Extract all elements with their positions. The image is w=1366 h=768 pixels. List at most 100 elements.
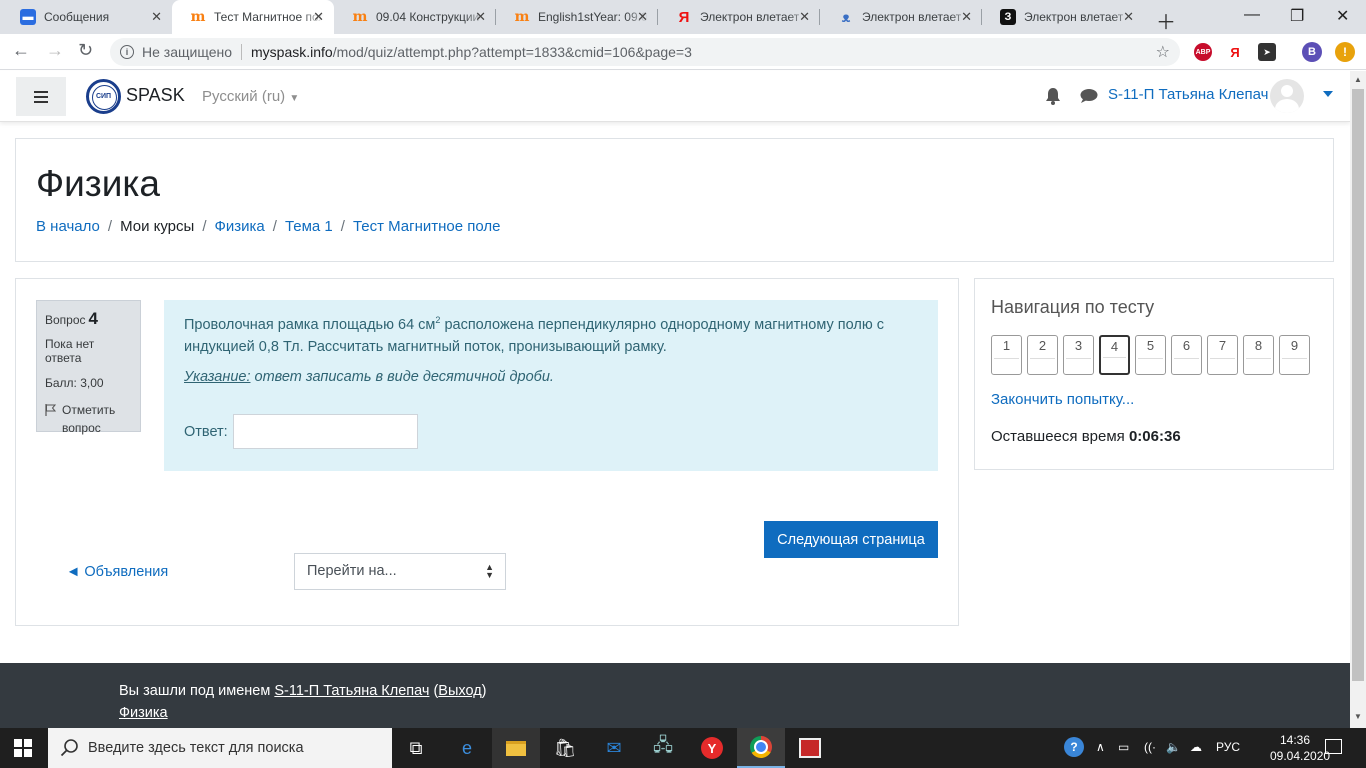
file-explorer-icon[interactable]: [492, 728, 540, 768]
window-close-icon[interactable]: ✕: [1336, 6, 1349, 26]
address-bar[interactable]: i Не защищено myspask.info/mod/quiz/atte…: [110, 38, 1180, 66]
battery-icon[interactable]: ▭: [1118, 740, 1129, 754]
user-avatar[interactable]: [1270, 79, 1304, 113]
breadcrumb-home[interactable]: В начало: [36, 218, 100, 235]
extension-icon[interactable]: ➤: [1258, 43, 1276, 61]
close-tab-icon[interactable]: ✕: [961, 9, 972, 25]
finish-attempt-link[interactable]: Закончить попытку...: [991, 391, 1134, 408]
moodle-icon: m: [352, 9, 368, 25]
question-button-8[interactable]: 8: [1243, 335, 1274, 375]
question-button-3[interactable]: 3: [1063, 335, 1094, 375]
breadcrumb-course[interactable]: Физика: [214, 218, 264, 235]
adblock-extension-icon[interactable]: ABP: [1194, 43, 1212, 61]
input-language[interactable]: РУС: [1216, 740, 1240, 754]
question-label: Вопрос: [45, 313, 86, 327]
logo-text: СИП: [95, 93, 112, 100]
minimize-icon[interactable]: —: [1244, 6, 1260, 24]
breadcrumb-quiz[interactable]: Тест Магнитное поле: [353, 218, 501, 235]
timer-label: Оставшееся время: [991, 428, 1129, 445]
browser-tab[interactable]: Я Электрон влетает ✕: [658, 0, 820, 34]
cloud-icon[interactable]: ☁: [1190, 740, 1202, 754]
help-icon[interactable]: ?: [1064, 737, 1084, 757]
language-label: Русский (ru): [202, 88, 286, 105]
question-button-4-current[interactable]: 4: [1099, 335, 1130, 375]
flag-question-toggle[interactable]: Отметить вопрос: [45, 401, 132, 437]
question-button-7[interactable]: 7: [1207, 335, 1238, 375]
browser-tab[interactable]: ᴥ Электрон влетает ✕: [820, 0, 982, 34]
language-menu[interactable]: Русский (ru) ▼: [202, 88, 299, 105]
taskbar-search-box[interactable]: Введите здесь текст для поиска: [48, 728, 392, 768]
browser-tab[interactable]: m 09.04 Конструкции ✕: [334, 0, 496, 34]
page-title: Физика: [36, 163, 161, 204]
tab-title: Сообщения: [44, 10, 110, 24]
browser-tab[interactable]: m English1stYear: 09.04 ✕: [496, 0, 658, 34]
new-tab-icon[interactable]: ＋: [1156, 6, 1176, 35]
footer-course-link[interactable]: Физика: [119, 705, 168, 721]
not-secure-label[interactable]: Не защищено: [142, 44, 232, 60]
reload-icon[interactable]: ↻: [78, 40, 93, 61]
forward-icon[interactable]: →: [46, 40, 64, 61]
close-tab-icon[interactable]: ✕: [799, 9, 810, 25]
notification-bell-icon[interactable]: [1045, 87, 1061, 105]
browser-toolbar: ← → ↻ i Не защищено myspask.info/mod/qui…: [0, 34, 1366, 70]
question-button-5[interactable]: 5: [1135, 335, 1166, 375]
mail-icon[interactable]: ✉: [590, 728, 638, 768]
close-tab-icon[interactable]: ✕: [313, 9, 324, 25]
browser-tab[interactable]: ▬ Сообщения ✕: [2, 0, 172, 34]
flag-icon: [45, 404, 56, 416]
previous-activity-link[interactable]: ◄ Объявления: [66, 564, 168, 580]
close-tab-icon[interactable]: ✕: [475, 9, 486, 25]
question-number: Вопрос 4: [45, 309, 132, 329]
browser-tab[interactable]: З Электрон влетает ✕: [982, 0, 1144, 34]
volume-icon[interactable]: 🔈: [1166, 740, 1181, 754]
browser-tab-active[interactable]: m Тест Магнитное поле ✕: [172, 0, 334, 34]
chevron-up-icon[interactable]: ∧: [1096, 740, 1105, 754]
next-page-button[interactable]: Следующая страница: [764, 521, 938, 558]
scroll-down-icon[interactable]: ▼: [1354, 712, 1362, 721]
store-icon[interactable]: 🛍: [541, 728, 589, 768]
messages-icon[interactable]: [1080, 88, 1098, 104]
answer-input[interactable]: [232, 414, 418, 449]
hamburger-menu-icon[interactable]: [16, 77, 66, 116]
scrollbar-thumb[interactable]: [1352, 89, 1364, 681]
taskbar-search-placeholder: Введите здесь текст для поиска: [88, 740, 304, 756]
info-icon[interactable]: i: [120, 45, 134, 59]
breadcrumb-topic[interactable]: Тема 1: [285, 218, 333, 235]
task-view-icon[interactable]: ⧉: [392, 728, 440, 768]
question-button-1[interactable]: 1: [991, 335, 1022, 375]
update-warning-icon[interactable]: !: [1335, 42, 1355, 62]
logout-link[interactable]: Выход: [438, 683, 481, 699]
restore-icon[interactable]: ❐: [1290, 6, 1304, 26]
profile-avatar[interactable]: В: [1302, 42, 1322, 62]
site-logo[interactable]: СИП: [86, 79, 121, 114]
edge-icon[interactable]: e: [443, 728, 491, 768]
breadcrumb-separator: /: [272, 218, 277, 235]
back-icon[interactable]: ←: [12, 40, 30, 61]
user-menu-caret-icon[interactable]: [1323, 91, 1333, 97]
chevron-down-icon: ▼: [289, 93, 300, 104]
anydesk-icon[interactable]: [786, 728, 834, 768]
wifi-icon[interactable]: ((·: [1144, 740, 1156, 754]
clock-date: 09.04.2020: [1270, 749, 1331, 763]
network-app-icon[interactable]: 🖧: [639, 728, 687, 768]
close-tab-icon[interactable]: ✕: [151, 9, 162, 25]
question-button-9[interactable]: 9: [1279, 335, 1310, 375]
footer-user-link[interactable]: S-11-П Татьяна Клепач: [274, 683, 429, 699]
chrome-icon[interactable]: [737, 728, 785, 768]
site-name[interactable]: SPASK: [126, 85, 185, 106]
scroll-up-icon[interactable]: ▲: [1354, 75, 1362, 84]
question-button-2[interactable]: 2: [1027, 335, 1058, 375]
question-button-6[interactable]: 6: [1171, 335, 1202, 375]
taskbar-clock[interactable]: 14:36 09.04.2020: [1270, 732, 1331, 764]
bookmark-star-icon[interactable]: ☆: [1156, 42, 1170, 62]
notifications-icon[interactable]: [1325, 739, 1342, 754]
close-tab-icon[interactable]: ✕: [637, 9, 648, 25]
yandex-extension-icon[interactable]: Я: [1226, 43, 1244, 61]
yandex-browser-icon[interactable]: Y: [688, 728, 736, 768]
close-tab-icon[interactable]: ✕: [1123, 9, 1134, 25]
user-menu-name[interactable]: S-11-П Татьяна Клепач: [1108, 86, 1268, 103]
answer-row: Ответ:: [184, 414, 418, 449]
page-scrollbar[interactable]: ▲ ▼: [1350, 71, 1366, 728]
jump-to-select[interactable]: Перейти на... ▲ ▼: [294, 553, 506, 590]
windows-start-icon[interactable]: [14, 739, 32, 757]
